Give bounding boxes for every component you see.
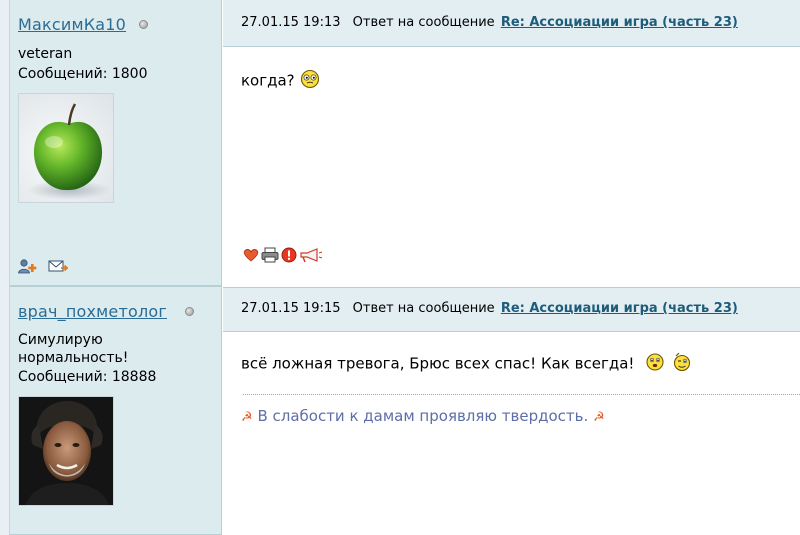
profile-actions — [18, 258, 70, 278]
avatar — [18, 396, 114, 506]
heart-icon[interactable] — [243, 247, 259, 267]
signature-divider — [243, 394, 800, 395]
post-header: 27.01.15 19:15 Ответ на сообщение Re: Ас… — [223, 287, 800, 332]
hammer-sickle-icon: ☭ — [241, 410, 253, 425]
hammer-sickle-icon: ☭ — [593, 410, 605, 425]
offline-status-icon — [185, 307, 194, 316]
post-date: 27.01.15 19:13 — [241, 15, 341, 30]
signature: ☭ В слабости к дамам проявляю твердость.… — [241, 407, 605, 425]
smiley-icon — [299, 69, 321, 93]
reply-label: Ответ на сообщение — [352, 15, 495, 30]
left-edge-strip — [0, 0, 10, 535]
portrait-avatar-image — [19, 397, 113, 505]
winking-smiley-icon — [670, 352, 694, 376]
author-status-line1: Симулирую — [18, 332, 103, 348]
thread-link[interactable]: Re: Ассоциации игра (часть 23) — [501, 15, 738, 30]
offline-status-icon — [139, 20, 148, 29]
post-actions — [243, 247, 323, 267]
author-panel: врач_похметолог Симулирую нормальность! … — [10, 286, 222, 535]
author-status-line2: нормальность! — [18, 350, 129, 366]
post-message-text: когда? — [241, 71, 295, 90]
post-header-text: 27.01.15 19:13 Ответ на сообщение Re: Ас… — [241, 15, 738, 30]
author-message-count: Сообщений: 18888 — [18, 369, 157, 385]
email-icon[interactable] — [48, 258, 70, 278]
forum-post: МаксимКа10 veteran Сообщений: 1800 27.01… — [10, 0, 800, 286]
post-header-text: 27.01.15 19:15 Ответ на сообщение Re: Ас… — [241, 301, 738, 316]
forum-post: врач_похметолог Симулирую нормальность! … — [10, 286, 800, 535]
author-panel: МаксимКа10 veteran Сообщений: 1800 — [10, 0, 222, 286]
thread-link[interactable]: Re: Ассоциации игра (часть 23) — [501, 301, 738, 316]
post-message: когда? — [241, 69, 321, 93]
author-rank: veteran — [18, 46, 73, 62]
author-name-link[interactable]: врач_похметолог — [18, 302, 167, 321]
post-header: 27.01.15 19:13 Ответ на сообщение Re: Ас… — [223, 0, 800, 47]
megaphone-icon[interactable] — [299, 247, 323, 267]
reply-label: Ответ на сообщение — [352, 301, 495, 316]
post-message-text: всё ложная тревога, Брюс всех спас! Как … — [241, 354, 635, 373]
author-message-count: Сообщений: 1800 — [18, 66, 148, 82]
post-date: 27.01.15 19:15 — [241, 301, 341, 316]
avatar — [18, 93, 114, 203]
smiley-icon — [645, 352, 665, 376]
print-icon[interactable] — [261, 247, 279, 267]
author-name-link[interactable]: МаксимКа10 — [18, 15, 126, 34]
add-friend-icon[interactable] — [18, 258, 38, 278]
post-message: всё ложная тревога, Брюс всех спас! Как … — [241, 352, 694, 376]
warning-icon[interactable] — [281, 247, 297, 267]
apple-avatar-image — [27, 103, 111, 200]
signature-text: В слабости к дамам проявляю твердость. — [257, 407, 589, 425]
